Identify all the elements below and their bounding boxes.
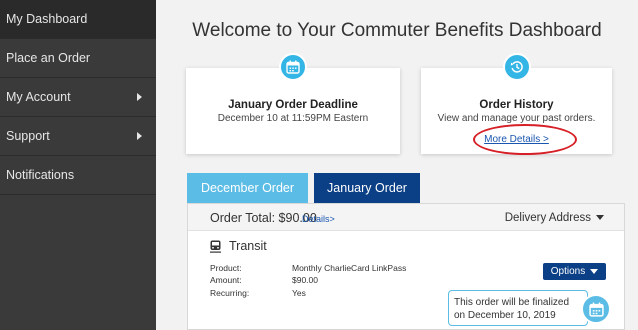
details-link[interactable]: Details> xyxy=(302,214,335,224)
delivery-address-label: Delivery Address xyxy=(504,212,591,224)
deadline-title: January Order Deadline xyxy=(228,99,358,111)
delivery-address-dropdown[interactable]: Delivery Address xyxy=(505,212,604,224)
tab-january-order[interactable]: January Order xyxy=(314,173,420,210)
transit-label: Transit xyxy=(229,239,267,253)
chevron-right-icon xyxy=(137,93,142,101)
order-history-subtitle: View and manage your past orders. xyxy=(437,113,596,124)
order-history-card: Order History View and manage your past … xyxy=(421,53,612,155)
product-value: Monthly CharlieCard LinkPass xyxy=(292,263,407,273)
sidebar-item-place-order[interactable]: Place an Order xyxy=(0,39,156,78)
deadline-card: January Order Deadline December 10 at 11… xyxy=(186,53,400,154)
page-title: Welcome to Your Commuter Benefits Dashbo… xyxy=(192,20,602,41)
sidebar-item-label: My Account xyxy=(6,90,71,104)
sidebar-item-notifications[interactable]: Notifications xyxy=(0,156,156,195)
amount-value: $90.00 xyxy=(292,275,318,285)
sidebar-item-label: My Dashboard xyxy=(6,12,88,26)
recurring-value: Yes xyxy=(292,288,306,298)
order-history-title: Order History xyxy=(479,99,554,111)
options-button[interactable]: Options xyxy=(543,263,606,280)
calendar-icon xyxy=(279,53,307,81)
sidebar-item-label: Place an Order xyxy=(6,51,91,65)
sidebar: My Dashboard Place an Order My Account S… xyxy=(0,0,156,330)
tab-label: January Order xyxy=(327,181,407,195)
chevron-right-icon xyxy=(137,132,142,140)
order-total: Order Total: $90.00 xyxy=(210,211,317,225)
tab-december-order[interactable]: December Order xyxy=(187,173,308,203)
options-label: Options xyxy=(550,266,586,277)
amount-row: Amount: $90.00 xyxy=(210,275,318,285)
sidebar-item-support[interactable]: Support xyxy=(0,117,156,156)
order-panel: Order Total: $90.00 Details> Delivery Ad… xyxy=(187,203,625,330)
history-icon xyxy=(502,53,531,81)
recurring-label: Recurring: xyxy=(210,288,250,298)
calendar-icon xyxy=(581,294,611,324)
finalize-notice: This order will be finalized on December… xyxy=(448,290,588,326)
order-panel-header: Order Total: $90.00 Details> Delivery Ad… xyxy=(188,204,624,231)
sidebar-item-label: Notifications xyxy=(6,168,75,182)
amount-label: Amount: xyxy=(210,275,242,285)
chevron-down-icon xyxy=(596,215,604,221)
sidebar-item-my-account[interactable]: My Account xyxy=(0,78,156,117)
recurring-row: Recurring: Yes xyxy=(210,288,306,298)
product-label: Product: xyxy=(210,263,242,273)
highlight-circle xyxy=(473,124,577,155)
chevron-down-icon xyxy=(590,269,599,274)
finalize-line-2: on December 10, 2019 xyxy=(454,310,556,321)
deadline-subtitle: December 10 at 11:59PM Eastern xyxy=(217,113,369,124)
transit-section: Transit xyxy=(210,239,267,253)
main-content: Welcome to Your Commuter Benefits Dashbo… xyxy=(156,0,638,330)
finalize-line-1: This order will be finalized xyxy=(454,297,570,308)
sidebar-item-label: Support xyxy=(6,129,50,143)
train-icon xyxy=(210,240,221,253)
product-row: Product: Monthly CharlieCard LinkPass xyxy=(210,263,406,273)
sidebar-item-dashboard[interactable]: My Dashboard xyxy=(0,0,156,39)
